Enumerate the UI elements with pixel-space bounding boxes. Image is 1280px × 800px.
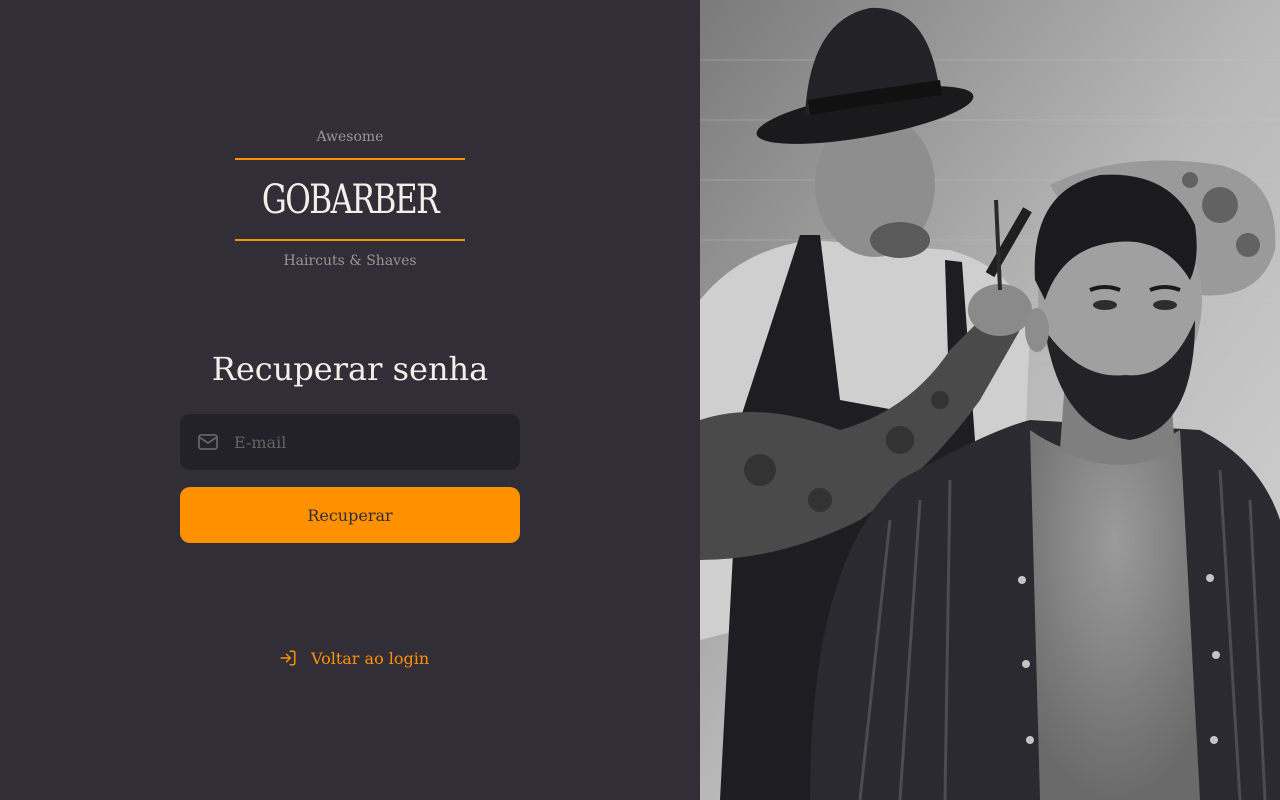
logo-brand-row: GoBarber	[235, 170, 465, 230]
email-field-container[interactable]	[180, 414, 520, 470]
back-to-login-label: Voltar ao login	[311, 648, 430, 668]
logo-brand-name: GoBarber	[261, 177, 440, 223]
back-to-login-link[interactable]: Voltar ao login	[279, 645, 429, 671]
form-panel: Awesome GoBarber Haircuts & Shaves Recup…	[0, 0, 700, 800]
gobarber-logo: Awesome GoBarber Haircuts & Shaves	[235, 126, 465, 276]
page-title: Recuperar senha	[211, 350, 489, 388]
logo-divider-bottom	[235, 239, 465, 241]
recover-button[interactable]: Recuperar	[180, 487, 520, 543]
logo-divider-top	[235, 158, 465, 160]
barber-photo	[700, 0, 1280, 800]
email-input[interactable]	[234, 414, 504, 470]
log-in-icon	[280, 650, 296, 666]
forgot-password-page: Awesome GoBarber Haircuts & Shaves Recup…	[0, 0, 1280, 800]
barbershop-illustration	[700, 0, 1280, 800]
logo-bottom-text: Haircuts & Shaves	[283, 253, 417, 269]
logo-top-text: Awesome	[316, 129, 384, 145]
mail-icon	[198, 434, 218, 450]
